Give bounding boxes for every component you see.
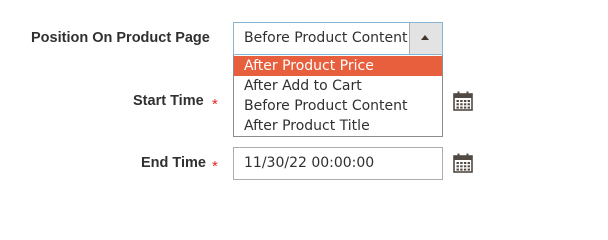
end-time-input[interactable]: 11/30/22 00:00:00 xyxy=(233,147,443,180)
end-time-label: End Time xyxy=(141,155,206,171)
arrow-up-icon xyxy=(421,35,429,40)
position-select[interactable]: Before Product Content xyxy=(233,22,443,55)
position-dropdown-list: After Product Price After Add to Cart Be… xyxy=(233,55,443,137)
start-time-calendar-icon[interactable] xyxy=(453,91,473,111)
position-select-value: Before Product Content xyxy=(244,30,408,46)
dropdown-option-before-product-content[interactable]: Before Product Content xyxy=(234,96,442,116)
end-time-required-mark: * xyxy=(212,158,218,175)
dropdown-option-after-product-title[interactable]: After Product Title xyxy=(234,116,442,136)
end-time-value: 11/30/22 00:00:00 xyxy=(244,155,375,171)
position-field-label: Position On Product Page xyxy=(31,30,210,46)
start-time-label: Start Time xyxy=(133,93,204,109)
position-select-toggle[interactable] xyxy=(409,23,442,54)
dropdown-option-after-product-price[interactable]: After Product Price xyxy=(234,56,442,76)
dropdown-option-after-add-to-cart[interactable]: After Add to Cart xyxy=(234,76,442,96)
end-time-calendar-icon[interactable] xyxy=(453,153,473,173)
start-time-required-mark: * xyxy=(212,96,218,113)
